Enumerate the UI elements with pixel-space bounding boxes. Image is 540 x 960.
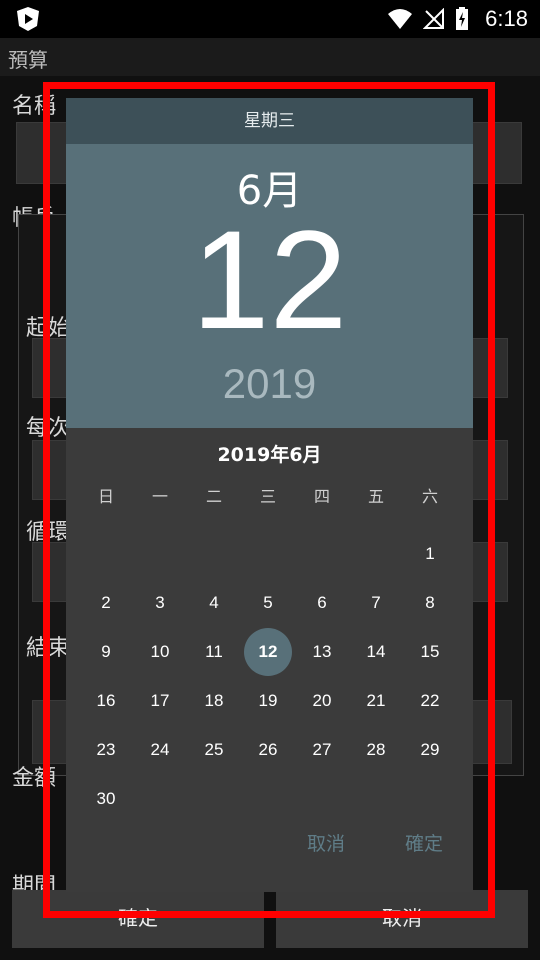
app-title: 預算	[8, 48, 48, 72]
app-shield-icon	[17, 7, 39, 31]
battery-charging-icon	[456, 7, 469, 30]
wifi-icon	[388, 9, 413, 29]
no-signal-icon	[423, 8, 445, 29]
app-bar: 預算	[0, 38, 540, 76]
clock: 6:18	[485, 6, 528, 31]
highlight-box	[43, 82, 495, 918]
status-bar: 6:18	[0, 0, 540, 38]
